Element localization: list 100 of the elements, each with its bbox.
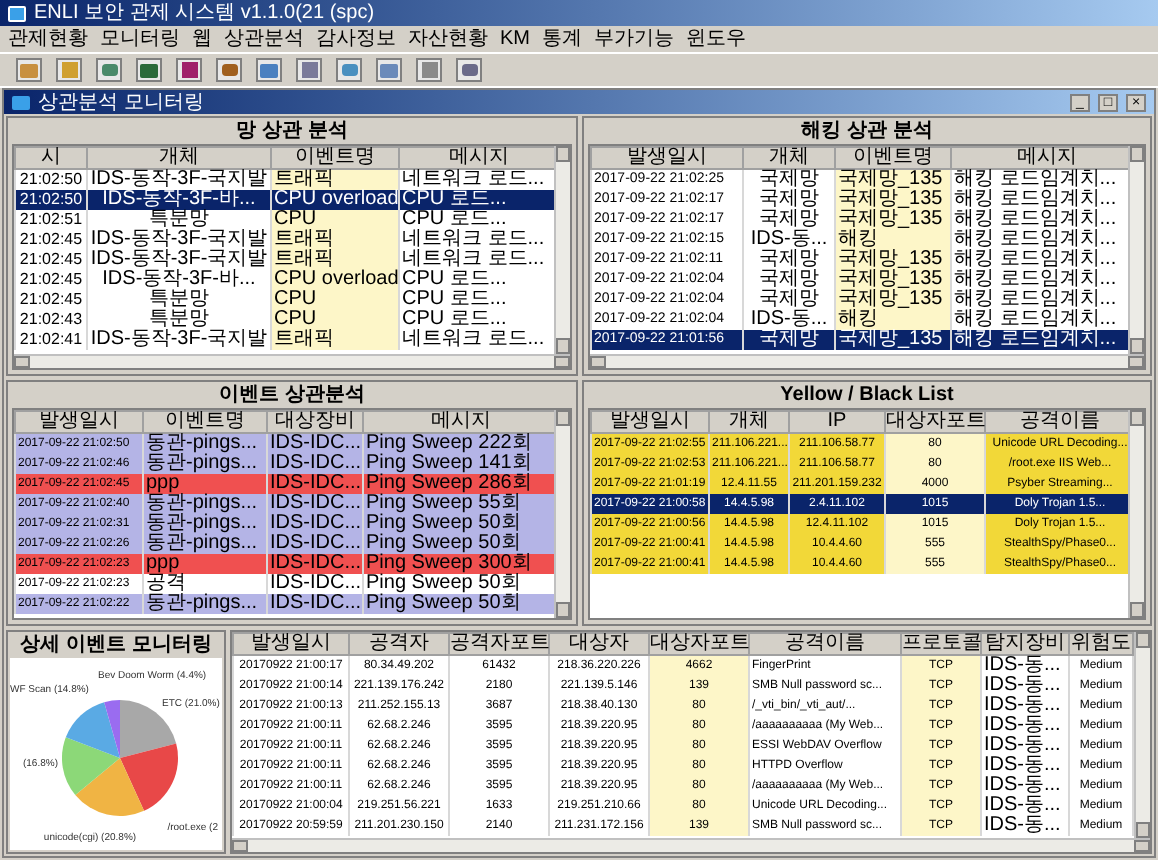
column-header[interactable]: 메시지: [363, 411, 554, 433]
table-cell: IDS-동...: [981, 816, 1069, 836]
menu-item[interactable]: 부가기능: [594, 27, 674, 51]
window-title: ENLI 보안 관제 시스템 v1.1.0(21 (spc): [34, 1, 375, 25]
column-header[interactable]: 개체: [743, 147, 835, 169]
vertical-scrollbar[interactable]: [554, 146, 570, 354]
column-header[interactable]: 공격이름: [749, 633, 901, 655]
table-cell: Ping Sweep 141회: [363, 454, 554, 474]
table-cell: IDS-IDC...: [267, 514, 363, 534]
table-cell: IDS-IDC...: [267, 594, 363, 614]
menu-item[interactable]: 모니터링: [100, 27, 180, 51]
column-header[interactable]: 이벤트명: [271, 147, 399, 169]
table-cell: CPU: [271, 310, 399, 330]
menu-item[interactable]: 웹: [192, 27, 212, 51]
column-header[interactable]: 공격자: [349, 633, 449, 655]
table-cell: 트래픽: [271, 169, 399, 190]
column-header[interactable]: 발생일시: [591, 411, 709, 433]
table-cell: ppp: [143, 554, 267, 574]
horizontal-scrollbar[interactable]: [232, 838, 1150, 852]
column-header[interactable]: 시: [15, 147, 87, 169]
toolbar-icon[interactable]: [256, 58, 282, 82]
menu-item[interactable]: 자산현황: [408, 27, 488, 51]
menu-item[interactable]: 관제현황: [8, 27, 88, 51]
table-cell: 국제망_135: [835, 270, 951, 290]
toolbar-icon[interactable]: [456, 58, 482, 82]
table-cell: 21:02:41: [15, 330, 87, 350]
toolbar-icon[interactable]: [176, 58, 202, 82]
column-header[interactable]: 이벤트명: [835, 147, 951, 169]
toolbar-icon[interactable]: [376, 58, 402, 82]
column-header[interactable]: 발생일시: [15, 411, 143, 433]
table-cell: CPU overload: [271, 190, 399, 210]
table-cell: 21:02:43: [15, 310, 87, 330]
toolbar-icon[interactable]: [216, 58, 242, 82]
vertical-scrollbar[interactable]: [1134, 632, 1150, 838]
column-header[interactable]: 이벤트명: [143, 411, 267, 433]
table-cell: 21:02:50: [15, 190, 87, 210]
menu-item[interactable]: 윈도우: [686, 27, 746, 51]
menu-item[interactable]: 감사정보: [316, 27, 396, 51]
column-header[interactable]: 발생일시: [591, 147, 743, 169]
table-cell: 해킹 로드임계치...: [951, 330, 1128, 350]
toolbar-icon[interactable]: [416, 58, 442, 82]
menu-item[interactable]: 통계: [542, 27, 582, 51]
table-cell: 21:02:45: [15, 250, 87, 270]
column-header[interactable]: 대상자포트: [649, 633, 749, 655]
panel-title: 이벤트 상관분석: [217, 382, 367, 408]
column-header[interactable]: 대상자포트: [885, 411, 985, 433]
toolbar-icon[interactable]: [96, 58, 122, 82]
table-cell: IDS-IDC...: [267, 574, 363, 594]
column-header[interactable]: 개체: [709, 411, 789, 433]
table-cell: 국제망_135: [835, 169, 951, 190]
toolbar-icon[interactable]: [336, 58, 362, 82]
vertical-scrollbar[interactable]: [554, 410, 570, 618]
column-header[interactable]: 프로토콜: [901, 633, 981, 655]
table-cell: 국제망_135: [835, 250, 951, 270]
table-cell: 21:02:45: [15, 290, 87, 310]
panel-title: 해킹 상관 분석: [799, 118, 935, 144]
toolbar-icon[interactable]: [136, 58, 162, 82]
column-header[interactable]: 메시지: [399, 147, 554, 169]
table-cell: Ping Sweep 55회: [363, 494, 554, 514]
column-header[interactable]: 발생일시: [233, 633, 349, 655]
table-cell: Ping Sweep 300회: [363, 554, 554, 574]
table-cell: CPU: [271, 210, 399, 230]
table-cell: Ping Sweep 222회: [363, 433, 554, 454]
table-cell: IDS-IDC...: [267, 534, 363, 554]
table-cell: IDS-동작-3F-바...: [87, 190, 271, 210]
table-cell: 동관-pings...: [143, 454, 267, 474]
column-header[interactable]: 대상자: [549, 633, 649, 655]
column-header[interactable]: 공격이름: [985, 411, 1128, 433]
column-header[interactable]: 개체: [87, 147, 271, 169]
table-cell: IDS-IDC...: [267, 494, 363, 514]
menu-item[interactable]: 상관분석: [224, 27, 304, 51]
column-header[interactable]: 대상장비: [267, 411, 363, 433]
panel-title: Yellow / Black List: [778, 382, 956, 408]
column-header[interactable]: IP: [789, 411, 885, 433]
table-cell: CPU: [271, 290, 399, 310]
table-cell: 동관-pings...: [143, 433, 267, 454]
column-header[interactable]: 탐지장비: [981, 633, 1069, 655]
table-cell: 동관-pings...: [143, 534, 267, 554]
panel-title: 망 상관 분석: [234, 118, 350, 144]
table-cell: Ping Sweep 50회: [363, 574, 554, 594]
vertical-scrollbar[interactable]: [1128, 146, 1144, 354]
table-cell: IDS-IDC...: [267, 554, 363, 574]
horizontal-scrollbar[interactable]: [14, 354, 570, 368]
toolbar-icon[interactable]: [296, 58, 322, 82]
column-header[interactable]: 메시지: [951, 147, 1128, 169]
table-cell: IDS-IDC...: [267, 474, 363, 494]
table-cell: 해킹: [835, 230, 951, 250]
column-header[interactable]: 공격자포트: [449, 633, 549, 655]
vertical-scrollbar[interactable]: [1128, 410, 1144, 618]
table-cell: 해킹: [835, 310, 951, 330]
toolbar-icon[interactable]: [16, 58, 42, 82]
table-cell: 국제망_135: [835, 210, 951, 230]
menu-item[interactable]: KM: [500, 27, 530, 51]
horizontal-scrollbar[interactable]: [590, 354, 1144, 368]
table-cell: 트래픽: [271, 250, 399, 270]
column-header[interactable]: 위험도: [1069, 633, 1133, 655]
table-cell: 21:02:45: [15, 270, 87, 290]
toolbar-icon[interactable]: [56, 58, 82, 82]
child-window-title: 상관분석 모니터링: [38, 91, 206, 113]
table-cell: CPU 로드...: [399, 190, 554, 210]
